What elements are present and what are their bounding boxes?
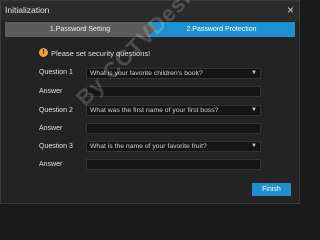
question-3-select[interactable]: What is the name of your favorite fruit?… [86, 141, 261, 152]
chevron-down-icon: ▼ [251, 70, 257, 76]
answer-3-field[interactable] [86, 159, 261, 170]
window-title: Initialization [5, 5, 50, 15]
step-label: 1.Password Setting [49, 26, 111, 33]
answer-2-label: Answer [39, 125, 63, 132]
chevron-down-icon: ▼ [251, 143, 257, 149]
warning-icon: ! [39, 48, 48, 57]
chevron-down-icon: ▼ [251, 107, 257, 113]
answer-1-label: Answer [39, 88, 63, 95]
step-label: 2.Password Protection [186, 26, 257, 33]
close-icon[interactable]: × [287, 3, 294, 17]
question-3-value: What is the name of your favorite fruit? [90, 143, 207, 150]
question-3-label: Question 3 [39, 143, 73, 150]
question-2-label: Question 2 [39, 107, 73, 114]
answer-3-label: Answer [39, 161, 63, 168]
question-1-label: Question 1 [39, 69, 73, 76]
initialization-dialog: Initialization × 1.Password Setting 2.Pa… [0, 0, 300, 204]
finish-button[interactable]: Finish [252, 183, 291, 196]
question-2-select[interactable]: What was the first name of your first bo… [86, 105, 261, 116]
question-2-value: What was the first name of your first bo… [90, 107, 219, 114]
answer-2-field[interactable] [86, 123, 261, 134]
